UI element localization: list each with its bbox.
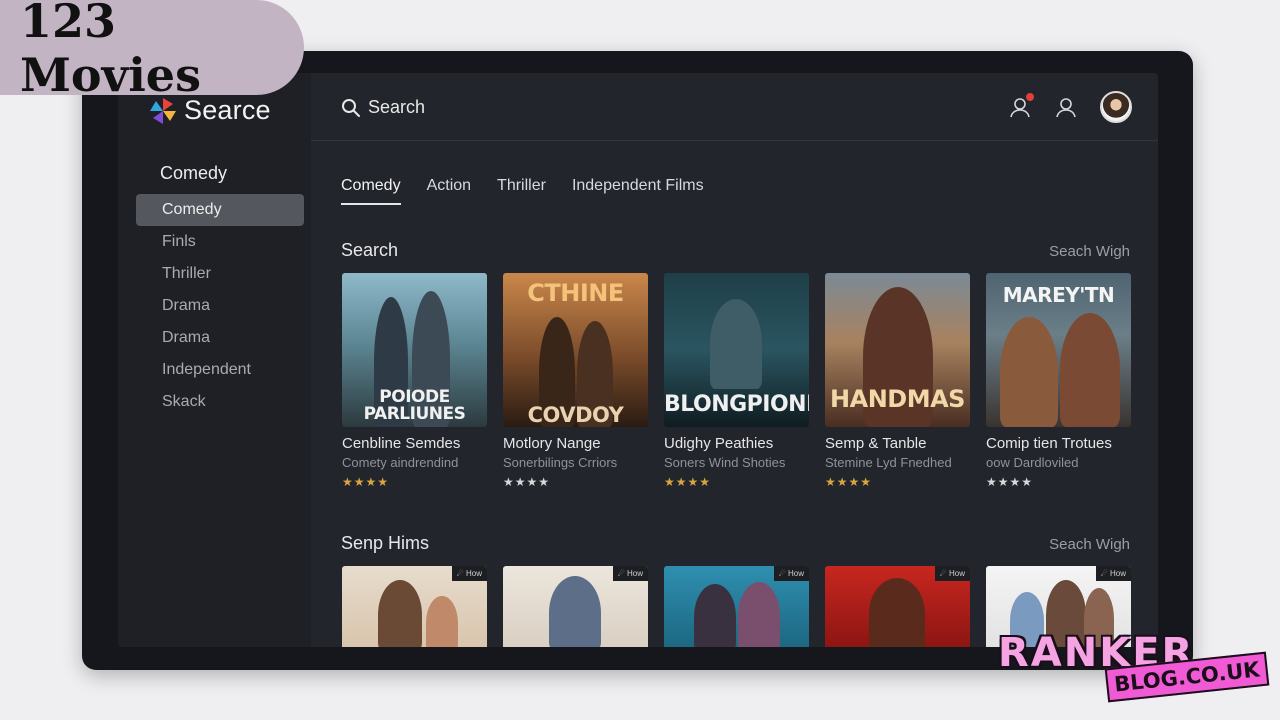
main-content: Search Comedy Action Thriller Independen… (311, 73, 1158, 647)
movie-subtitle: Sonerbilings Crriors (503, 455, 618, 470)
movie-poster: HANDMAS (825, 273, 970, 427)
sidebar-item-comedy[interactable]: Comedy (136, 194, 304, 226)
tab-thriller[interactable]: Thriller (497, 177, 546, 205)
genre-tabs: Comedy Action Thriller Independent Films (341, 177, 730, 205)
top-icons (986, 91, 1132, 123)
movie-card[interactable]: BLONGPIONE Udighy Peathies Soners Wind S… (664, 273, 809, 489)
sidebar-item-finls[interactable]: Finls (136, 226, 304, 258)
movie-tag: ☄ How (451, 566, 487, 581)
movie-poster: CTHINE COVDOY (503, 273, 648, 427)
top-bar: Search (311, 73, 1158, 141)
tab-independent-films[interactable]: Independent Films (572, 177, 704, 205)
tab-comedy[interactable]: Comedy (341, 177, 401, 205)
movie-title: Semp & Tanble (825, 435, 927, 452)
movie-card[interactable]: ☄ How (664, 566, 809, 647)
movie-card[interactable]: MAREY'TN Comip tien Trotues oow Dardlovi… (986, 273, 1131, 489)
movie-card[interactable]: HANDMAS Semp & Tanble Stemine Lyd Fnedhe… (825, 273, 970, 489)
rating-stars: ★★★★ (986, 475, 1034, 489)
rating-stars: ★★★★ (664, 475, 712, 489)
search-input[interactable]: Search (341, 97, 425, 118)
movie-subtitle: Comety aindrendind (342, 455, 459, 470)
movie-poster: POIODE PARLIUNES (342, 273, 487, 427)
poster-title: CTHINE (527, 279, 624, 307)
poster-title: POIODE PARLIUNES (363, 387, 466, 424)
section-see-all-link[interactable]: Seach Wigh (1049, 243, 1130, 260)
movie-poster: ☄ How (503, 566, 648, 647)
movie-tag: ☄ How (1095, 566, 1131, 581)
tab-action[interactable]: Action (427, 177, 471, 205)
movie-tag: ☄ How (612, 566, 648, 581)
movie-poster: ☄ How (664, 566, 809, 647)
sidebar-item-thriller[interactable]: Thriller (136, 258, 304, 290)
sidebar-item-independent[interactable]: Independent (136, 354, 304, 386)
poster-subtitle: COVDOY (527, 403, 624, 427)
movie-tag: ☄ How (934, 566, 970, 581)
movie-title: Cenbline Semdes (342, 435, 461, 452)
movie-card[interactable]: ☄ How (825, 566, 970, 647)
movie-card[interactable]: CTHINE COVDOY Motlory Nange Sonerbilings… (503, 273, 648, 489)
rating-stars: ★★★★ (503, 475, 551, 489)
sidebar-item-drama-2[interactable]: Drama (136, 322, 304, 354)
notifications-user-icon[interactable] (1008, 93, 1034, 119)
movie-subtitle: Soners Wind Shoties (664, 455, 786, 470)
sidebar: Searce Comedy Comedy Finls Thriller Dram… (118, 73, 311, 647)
sidebar-nav: Comedy Finls Thriller Drama Drama Indepe… (136, 194, 304, 418)
rating-stars: ★★★★ (342, 475, 390, 489)
site-title-badge: 123 Movies (0, 0, 304, 102)
sidebar-heading: Comedy (160, 163, 228, 183)
movie-card[interactable]: POIODE PARLIUNES Cenbline Semdes Comety … (342, 273, 487, 489)
section-see-all-link-2[interactable]: Seach Wigh (1049, 536, 1130, 553)
notification-dot (1026, 93, 1034, 101)
movie-card[interactable]: ☄ How (503, 566, 648, 647)
movie-subtitle: oow Dardloviled (986, 455, 1079, 470)
movie-card[interactable]: ☄ How (342, 566, 487, 647)
movie-row-1: POIODE PARLIUNES Cenbline Semdes Comety … (342, 273, 1131, 489)
movie-poster: ☄ How (342, 566, 487, 647)
poster-title: MAREY'TN (1002, 283, 1115, 307)
sidebar-item-skack[interactable]: Skack (136, 386, 304, 418)
poster-title: HANDMAS (830, 385, 965, 413)
search-placeholder: Search (368, 97, 426, 117)
profile-icon[interactable] (1054, 95, 1078, 119)
movie-poster: ☄ How (825, 566, 970, 647)
movie-poster: BLONGPIONE (664, 273, 809, 427)
ranker-watermark-logo: RANKER BLOG.CO.UK (998, 630, 1280, 720)
sidebar-item-drama[interactable]: Drama (136, 290, 304, 322)
movie-subtitle: Stemine Lyd Fnedhed (825, 455, 952, 470)
poster-title: BLONGPIONE (664, 392, 809, 417)
app-screen: Searce Comedy Comedy Finls Thriller Dram… (118, 73, 1158, 647)
movie-tag: ☄ How (773, 566, 809, 581)
section-title: Search (341, 240, 399, 260)
movie-title: Motlory Nange (503, 435, 601, 452)
avatar[interactable] (1100, 91, 1132, 123)
movie-poster: MAREY'TN (986, 273, 1131, 427)
section-title-2: Senp Hims (341, 533, 430, 553)
rating-stars: ★★★★ (825, 475, 873, 489)
movie-title: Comip tien Trotues (986, 435, 1112, 452)
search-icon (342, 98, 360, 117)
movie-title: Udighy Peathies (664, 435, 774, 452)
